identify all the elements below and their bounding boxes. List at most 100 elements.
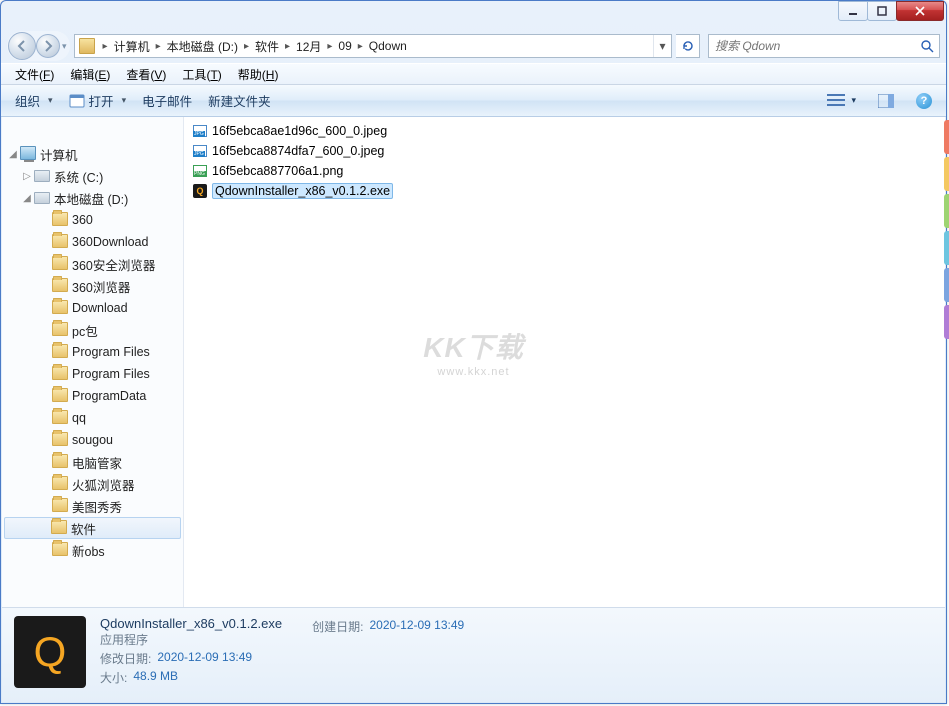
collapse-icon[interactable]: ◢ — [20, 191, 34, 205]
folder-icon — [52, 454, 68, 468]
folder-icon — [52, 278, 68, 292]
tree-folder[interactable]: 美图秀秀 — [2, 495, 183, 517]
tree-folder[interactable]: 电脑管家 — [2, 451, 183, 473]
close-button[interactable] — [896, 1, 944, 21]
details-created-label: 创建日期: — [312, 618, 363, 635]
chevron-right-icon[interactable]: ▸ — [281, 41, 294, 52]
folder-icon — [51, 520, 67, 534]
tree-folder[interactable]: sougou — [2, 429, 183, 451]
breadcrumb-seg[interactable]: 09 — [336, 39, 353, 53]
details-size-label: 大小: — [100, 669, 127, 686]
folder-icon — [52, 366, 68, 380]
organize-button[interactable]: 组织 — [7, 88, 61, 113]
edge-tab[interactable] — [944, 120, 949, 154]
preview-pane-button[interactable] — [870, 91, 902, 111]
tree-folder[interactable]: 软件 — [4, 517, 181, 539]
menu-help[interactable]: 帮助(H) — [230, 64, 287, 85]
jpeg-icon — [193, 145, 207, 157]
search-box — [708, 34, 940, 58]
expand-icon[interactable]: ▷ — [20, 169, 34, 183]
tree-drive-d[interactable]: ◢本地磁盘 (D:) — [2, 187, 183, 209]
folder-icon — [52, 476, 68, 490]
main-area: ◢计算机 ▷系统 (C:) ◢本地磁盘 (D:) 360360Download3… — [2, 117, 945, 607]
titlebar — [1, 1, 946, 29]
tree-folder[interactable]: pc包 — [2, 319, 183, 341]
file-item[interactable]: 16f5ebca8874dfa7_600_0.jpeg — [188, 141, 941, 161]
breadcrumb-seg[interactable]: 计算机 — [112, 38, 152, 55]
breadcrumb-seg[interactable]: 本地磁盘 (D:) — [165, 38, 240, 55]
back-button[interactable] — [8, 32, 36, 60]
details-modified: 2020-12-09 13:49 — [157, 650, 252, 667]
details-filename: QdownInstaller_x86_v0.1.2.exe — [100, 616, 282, 631]
menu-view[interactable]: 查看(V) — [118, 64, 174, 85]
menu-file[interactable]: 文件(F) — [7, 64, 62, 85]
help-button[interactable]: ? — [908, 90, 940, 112]
tree-folder[interactable]: 新obs — [2, 539, 183, 561]
chevron-right-icon[interactable]: ▸ — [152, 41, 165, 52]
search-icon[interactable] — [915, 39, 939, 53]
breadcrumb-seg[interactable]: Qdown — [367, 39, 409, 53]
new-folder-button[interactable]: 新建文件夹 — [200, 88, 279, 113]
folder-icon — [79, 38, 95, 54]
tree-folder[interactable]: ProgramData — [2, 385, 183, 407]
exe-icon: Q — [193, 184, 207, 198]
list-view-icon — [827, 94, 845, 108]
navigation-pane: ◢计算机 ▷系统 (C:) ◢本地磁盘 (D:) 360360Download3… — [2, 117, 184, 607]
tree-folder[interactable]: Download — [2, 297, 183, 319]
png-icon — [193, 165, 207, 177]
file-list[interactable]: 16f5ebca8ae1d96c_600_0.jpeg16f5ebca8874d… — [184, 117, 945, 607]
details-filetype: 应用程序 — [100, 631, 282, 648]
tree-folder[interactable]: 360 — [2, 209, 183, 231]
file-item[interactable]: 16f5ebca887706a1.png — [188, 161, 941, 181]
nav-buttons: ▾ — [7, 31, 70, 61]
open-button[interactable]: 打开 — [61, 88, 135, 113]
address-row: ▾ ▸ 计算机▸ 本地磁盘 (D:)▸ 软件▸ 12月▸ 09▸ Qdown ▾ — [1, 29, 946, 63]
explorer-window: ▾ ▸ 计算机▸ 本地磁盘 (D:)▸ 软件▸ 12月▸ 09▸ Qdown ▾… — [0, 0, 947, 704]
folder-icon — [52, 432, 68, 446]
tree-folder[interactable]: 360Download — [2, 231, 183, 253]
edge-tab[interactable] — [944, 231, 949, 265]
help-icon: ? — [916, 93, 932, 109]
tree-folder[interactable]: qq — [2, 407, 183, 429]
breadcrumb-bar[interactable]: ▸ 计算机▸ 本地磁盘 (D:)▸ 软件▸ 12月▸ 09▸ Qdown ▾ — [74, 34, 672, 58]
breadcrumb-seg[interactable]: 12月 — [294, 38, 323, 55]
breadcrumb-seg[interactable]: 软件 — [253, 38, 281, 55]
details-pane: Q QdownInstaller_x86_v0.1.2.exe 应用程序 修改日… — [2, 607, 945, 702]
edge-tab[interactable] — [944, 268, 949, 302]
chevron-right-icon[interactable]: ▸ — [323, 41, 336, 52]
menu-edit[interactable]: 编辑(E) — [62, 64, 118, 85]
details-modified-label: 修改日期: — [100, 650, 151, 667]
maximize-button[interactable] — [867, 1, 897, 21]
forward-button[interactable] — [36, 34, 60, 58]
edge-tab[interactable] — [944, 305, 949, 339]
app-icon — [69, 93, 85, 109]
tree-drive-c[interactable]: ▷系统 (C:) — [2, 165, 183, 187]
tree-folder[interactable]: Program Files — [2, 341, 183, 363]
view-mode-button[interactable]: ▾ — [819, 91, 864, 111]
search-input[interactable] — [709, 39, 915, 53]
folder-icon — [52, 344, 68, 358]
refresh-button[interactable] — [676, 34, 700, 58]
tree-folder[interactable]: 360浏览器 — [2, 275, 183, 297]
menu-tools[interactable]: 工具(T) — [174, 64, 229, 85]
folder-icon — [52, 212, 68, 226]
chevron-right-icon[interactable]: ▸ — [354, 41, 367, 52]
tree-folder[interactable]: 火狐浏览器 — [2, 473, 183, 495]
edge-tab[interactable] — [944, 157, 949, 191]
chevron-right-icon[interactable]: ▸ — [99, 41, 112, 52]
tree-computer[interactable]: ◢计算机 — [2, 143, 183, 165]
tree-folder[interactable]: 360安全浏览器 — [2, 253, 183, 275]
file-item[interactable]: QQdownInstaller_x86_v0.1.2.exe — [188, 181, 941, 201]
edge-tab[interactable] — [944, 194, 949, 228]
breadcrumb-dropdown-icon[interactable]: ▾ — [653, 35, 671, 57]
tree-folder[interactable]: Program Files — [2, 363, 183, 385]
folder-icon — [52, 388, 68, 402]
folder-icon — [52, 410, 68, 424]
chevron-right-icon[interactable]: ▸ — [240, 41, 253, 52]
history-dropdown-icon[interactable]: ▾ — [60, 41, 69, 52]
email-button[interactable]: 电子邮件 — [134, 88, 200, 113]
collapse-icon[interactable]: ◢ — [6, 147, 20, 161]
file-item[interactable]: 16f5ebca8ae1d96c_600_0.jpeg — [188, 121, 941, 141]
preview-pane-icon — [878, 94, 894, 108]
minimize-button[interactable] — [838, 1, 868, 21]
